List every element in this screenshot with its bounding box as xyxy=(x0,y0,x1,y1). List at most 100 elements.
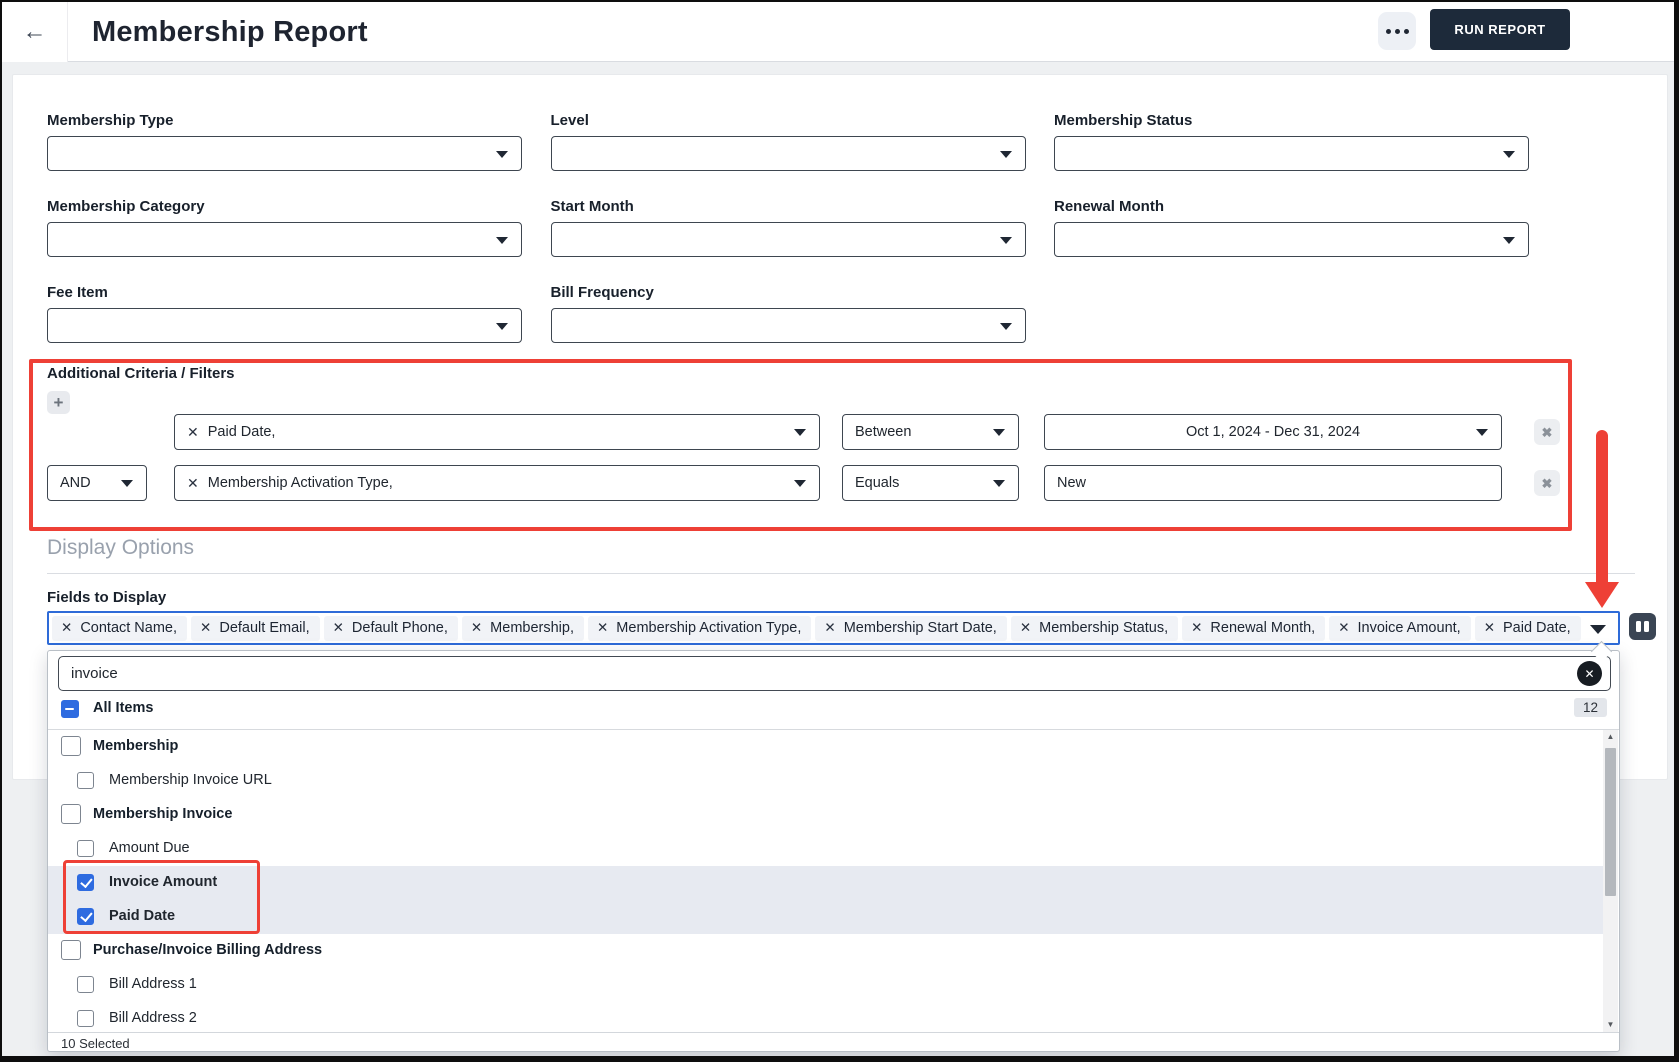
fields-to-display-label: Fields to Display xyxy=(47,589,167,606)
scroll-up-icon[interactable]: ▲ xyxy=(1603,730,1618,744)
checkbox-invoice-amount[interactable] xyxy=(77,874,94,891)
chip-label: Default Phone, xyxy=(351,619,448,636)
criteria-field-select-paid-date[interactable]: ✕ Paid Date, xyxy=(174,414,820,450)
filter-field-fee-item: Fee Item xyxy=(47,284,522,343)
checkbox-paid-date[interactable] xyxy=(77,908,94,925)
scroll-down-icon[interactable]: ▼ xyxy=(1603,1018,1618,1032)
chevron-down-icon xyxy=(993,480,1005,487)
all-items-row[interactable]: All Items 12 xyxy=(48,695,1619,725)
chevron-down-icon xyxy=(999,236,1012,244)
field-option-paid-date[interactable]: Paid Date xyxy=(48,900,1604,934)
filter-select-level[interactable] xyxy=(550,136,1026,171)
remove-criteria-button[interactable]: ✖ xyxy=(1534,419,1560,445)
filter-grid: Membership Type Level Membership Status Mem… xyxy=(47,112,1529,370)
remove-chip-icon[interactable]: ✕ xyxy=(61,620,72,636)
field-option-membership-invoice-url[interactable]: Membership Invoice URL xyxy=(48,764,1604,798)
checkbox-purchase-invoice-billing-address[interactable] xyxy=(61,940,81,960)
chevron-down-icon xyxy=(121,480,133,487)
remove-chip-icon[interactable]: ✕ xyxy=(824,620,835,636)
fields-list: Membership Membership Invoice URL Membersh… xyxy=(48,730,1604,1032)
filter-field-start-month: Start Month xyxy=(550,198,1026,257)
chip-label: Membership, xyxy=(490,619,574,636)
chip-default-phone[interactable]: ✕ Default Phone, xyxy=(323,615,458,641)
footer-divider xyxy=(48,1032,1619,1033)
clear-search-button[interactable]: ✕ xyxy=(1577,661,1602,686)
field-option-label: Amount Due xyxy=(109,840,190,856)
remove-chip-icon[interactable]: ✕ xyxy=(1020,620,1031,636)
field-option-invoice-amount[interactable]: Invoice Amount xyxy=(48,866,1604,900)
remove-chip-icon[interactable]: ✕ xyxy=(1338,620,1349,636)
criteria-value-select[interactable]: Oct 1, 2024 - Dec 31, 2024 xyxy=(1044,414,1502,450)
filter-select-start-month[interactable] xyxy=(550,222,1026,257)
field-option-amount-due[interactable]: Amount Due xyxy=(48,832,1604,866)
field-option-label: Purchase/Invoice Billing Address xyxy=(93,942,323,958)
chevron-down-icon xyxy=(794,480,806,487)
column-picker-button[interactable] xyxy=(1629,613,1656,640)
field-option-bill-address-1[interactable]: Bill Address 1 xyxy=(48,968,1604,1002)
back-button[interactable]: ← xyxy=(2,2,68,62)
filter-select-bill-frequency[interactable] xyxy=(550,308,1026,343)
remove-chip-icon[interactable]: ✕ xyxy=(333,620,344,636)
chip-label: Membership Activation Type, xyxy=(616,619,802,636)
chip-paid-date[interactable]: ✕ Paid Date, xyxy=(1474,615,1581,641)
field-option-label: Bill Address 1 xyxy=(109,976,197,992)
chip-default-email[interactable]: ✕ Default Email, xyxy=(191,615,320,641)
chevron-down-icon xyxy=(794,429,806,436)
chip-membership-activation-type[interactable]: ✕ Membership Activation Type, xyxy=(587,615,812,641)
remove-chip-icon[interactable]: ✕ xyxy=(1484,620,1495,636)
remove-chip-icon[interactable]: ✕ xyxy=(597,620,608,636)
chip-renewal-month[interactable]: ✕ Renewal Month, xyxy=(1182,615,1326,641)
chip-contact-name[interactable]: ✕ Contact Name, xyxy=(52,615,188,641)
filter-select-membership-status[interactable] xyxy=(1054,136,1529,171)
remove-chip-icon[interactable]: ✕ xyxy=(1191,620,1202,636)
list-scrollbar[interactable]: ▲ ▼ xyxy=(1603,730,1618,1032)
field-option-label: Bill Address 2 xyxy=(109,1010,197,1026)
chip-invoice-amount[interactable]: ✕ Invoice Amount, xyxy=(1329,615,1471,641)
filter-select-fee-item[interactable] xyxy=(47,308,522,343)
field-option-label: Membership Invoice xyxy=(93,806,233,822)
field-option-membership-invoice[interactable]: Membership Invoice xyxy=(48,798,1604,832)
chip-label: Paid Date, xyxy=(1503,619,1571,636)
chip-membership[interactable]: ✕ Membership, xyxy=(461,615,584,641)
criteria-operator-select[interactable]: Between xyxy=(842,414,1019,450)
section-divider xyxy=(47,573,1635,574)
criteria-field-select-membership-activation-type[interactable]: ✕ Membership Activation Type, xyxy=(174,465,820,501)
remove-criteria-button[interactable]: ✖ xyxy=(1534,470,1560,496)
field-option-membership[interactable]: Membership xyxy=(48,730,1604,764)
all-items-checkbox[interactable] xyxy=(61,700,79,718)
conjunction-select[interactable]: AND xyxy=(47,465,147,501)
checkbox-membership-invoice[interactable] xyxy=(61,804,81,824)
field-option-label: Membership Invoice URL xyxy=(109,772,272,788)
chevron-down-icon xyxy=(1503,150,1515,158)
scrollbar-thumb[interactable] xyxy=(1605,748,1616,896)
run-report-button[interactable]: RUN REPORT xyxy=(1430,9,1570,50)
x-icon: ✕ xyxy=(1584,666,1595,681)
checkbox-amount-due[interactable] xyxy=(77,840,94,857)
field-search-input[interactable] xyxy=(58,656,1611,691)
filter-select-renewal-month[interactable] xyxy=(1054,222,1529,257)
remove-field-icon[interactable]: ✕ xyxy=(187,475,199,492)
filter-select-membership-category[interactable] xyxy=(47,222,522,257)
criteria-value-input[interactable]: New xyxy=(1044,465,1502,501)
criteria-operator-select[interactable]: Equals xyxy=(842,465,1019,501)
remove-field-icon[interactable]: ✕ xyxy=(187,424,199,441)
checkbox-membership[interactable] xyxy=(61,736,81,756)
header: ← Membership Report RUN REPORT xyxy=(2,2,1674,62)
checkbox-membership-invoice-url[interactable] xyxy=(77,772,94,789)
chevron-down-icon[interactable] xyxy=(1590,624,1606,634)
checkbox-bill-address-2[interactable] xyxy=(77,1010,94,1027)
more-options-button[interactable] xyxy=(1378,12,1416,50)
chip-label: Renewal Month, xyxy=(1210,619,1316,636)
field-option-purchase-invoice-billing-address[interactable]: Purchase/Invoice Billing Address xyxy=(48,934,1604,968)
fields-to-display-multiselect[interactable]: ✕ Contact Name, ✕ Default Email, ✕ Default Ph… xyxy=(47,611,1620,645)
remove-chip-icon[interactable]: ✕ xyxy=(471,620,482,636)
checkbox-bill-address-1[interactable] xyxy=(77,976,94,993)
remove-chip-icon[interactable]: ✕ xyxy=(200,620,211,636)
add-criteria-button[interactable]: + xyxy=(47,391,70,414)
filter-select-membership-type[interactable] xyxy=(47,136,522,171)
page-title: Membership Report xyxy=(92,16,368,48)
chip-membership-start-date[interactable]: ✕ Membership Start Date, xyxy=(815,615,1007,641)
filter-field-renewal-month: Renewal Month xyxy=(1054,198,1529,257)
field-option-bill-address-2[interactable]: Bill Address 2 xyxy=(48,1002,1604,1032)
chip-membership-status[interactable]: ✕ Membership Status, xyxy=(1010,615,1179,641)
